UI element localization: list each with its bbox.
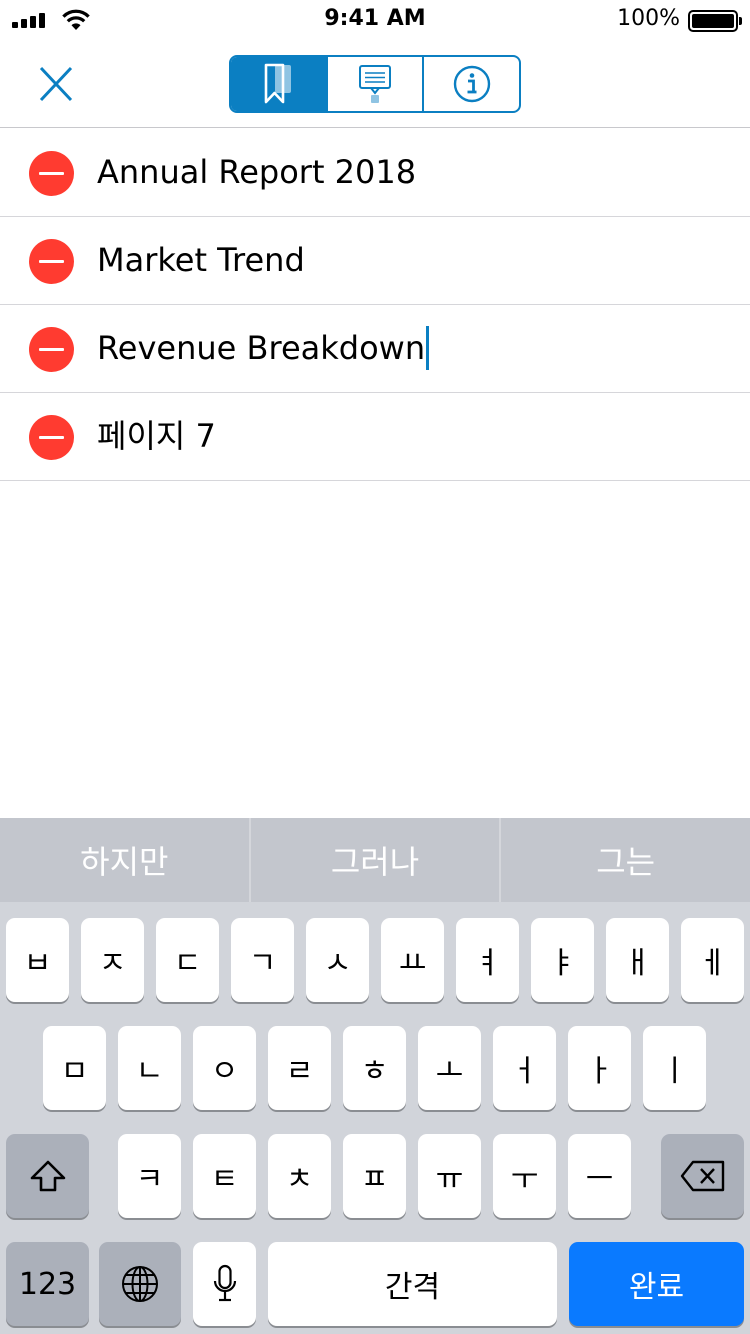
letter-key-label: ㅠ [435, 1162, 464, 1197]
letter-key-label: ㄷ [173, 946, 202, 981]
letter-key[interactable]: ㅡ [568, 1134, 631, 1218]
letter-key[interactable]: ㅋ [118, 1134, 181, 1218]
close-x-icon [39, 66, 73, 102]
done-key[interactable]: 완료 [569, 1242, 744, 1326]
battery-percent: 100% [617, 6, 680, 31]
suggestion[interactable]: 그러나 [248, 818, 500, 902]
tab-info[interactable] [422, 57, 519, 111]
suggestion[interactable]: 하지만 [0, 818, 249, 902]
letter-key-label: ㄱ [248, 946, 277, 981]
info-icon [453, 65, 490, 103]
list-item[interactable]: 페이지 7 [0, 393, 750, 481]
letter-key-label: ㅈ [98, 946, 127, 981]
letter-key-label: ㅕ [473, 946, 502, 981]
letter-key[interactable]: ㅍ [343, 1134, 406, 1218]
numbers-key[interactable]: 123 [6, 1242, 89, 1326]
battery-icon [688, 10, 742, 32]
letter-key[interactable]: ㅐ [606, 918, 669, 1002]
letter-key-label: ㅑ [548, 946, 577, 981]
letter-key[interactable]: ㄹ [268, 1026, 331, 1110]
letter-key-label: ㅐ [623, 946, 652, 981]
globe-icon [122, 1266, 158, 1302]
letter-key[interactable]: ㅑ [531, 918, 594, 1002]
list-item[interactable]: Revenue Breakdown [0, 305, 750, 393]
list-item[interactable]: Market Trend [0, 217, 750, 305]
letter-key[interactable]: ㅣ [643, 1026, 706, 1110]
letter-key[interactable]: ㅌ [193, 1134, 256, 1218]
microphone-key[interactable] [193, 1242, 256, 1326]
backspace-key[interactable] [661, 1134, 744, 1218]
letter-key-label: ㅎ [360, 1054, 389, 1089]
delete-minus-icon[interactable] [29, 239, 74, 284]
text-cursor [426, 326, 430, 370]
letter-key[interactable]: ㅛ [381, 918, 444, 1002]
letter-key[interactable]: ㅂ [6, 918, 69, 1002]
letter-key-label: ㅛ [398, 946, 427, 981]
letter-key[interactable]: ㅗ [418, 1026, 481, 1110]
space-key-label: 간격 [384, 1270, 441, 1305]
letter-key[interactable]: ㅈ [81, 918, 144, 1002]
letter-key[interactable]: ㅜ [493, 1134, 556, 1218]
letter-key[interactable]: ㅠ [418, 1134, 481, 1218]
letter-key-label: ㅜ [510, 1162, 539, 1197]
nav-bar [0, 40, 750, 128]
letter-key-label: ㅍ [360, 1162, 389, 1197]
letter-key-label: ㄹ [285, 1054, 314, 1089]
letter-key[interactable]: ㅎ [343, 1026, 406, 1110]
letter-key-label: ㅔ [698, 946, 727, 981]
letter-key-label: ㅁ [60, 1054, 89, 1089]
bookmark-list: Annual Report 2018 Market Trend Revenue … [0, 129, 750, 481]
letter-key-label: ㅅ [323, 946, 352, 981]
letter-key[interactable]: ㅔ [681, 918, 744, 1002]
shift-arrow-icon [30, 1160, 65, 1192]
letter-key-label: ㅂ [23, 946, 52, 981]
letter-key[interactable]: ㅕ [456, 918, 519, 1002]
letter-key[interactable]: ㄷ [156, 918, 219, 1002]
letter-key[interactable]: ㅓ [493, 1026, 556, 1110]
letter-key-label: ㅡ [585, 1162, 614, 1197]
space-key[interactable]: 간격 [268, 1242, 557, 1326]
letter-key[interactable]: ㅇ [193, 1026, 256, 1110]
microphone-icon [213, 1264, 236, 1302]
letter-key-label: ㅓ [510, 1054, 539, 1089]
letter-key-label: ㅇ [210, 1054, 239, 1089]
numbers-key-label: 123 [18, 1266, 77, 1302]
suggestion-bar: 하지만 그러나 그는 [0, 818, 750, 902]
comment-icon [359, 65, 391, 103]
letter-key-label: ㅋ [135, 1162, 164, 1197]
item-label: Market Trend [97, 241, 305, 279]
letter-key-label: ㅏ [585, 1054, 614, 1089]
letter-key-label: ㅊ [285, 1162, 314, 1197]
korean-keyboard: 하지만 그러나 그는 123 간격 완료 ㅂ ㅈ ㄷ ㄱ ㅅ ㅛ ㅕ ㅑ ㅐ ㅔ… [0, 818, 750, 1334]
status-bar: 9:41 AM 100% [0, 0, 750, 40]
tab-bookmarks[interactable] [231, 57, 326, 111]
letter-key[interactable]: ㄴ [118, 1026, 181, 1110]
list-item[interactable]: Annual Report 2018 [0, 129, 750, 217]
delete-minus-icon[interactable] [29, 151, 74, 196]
letter-key[interactable]: ㅁ [43, 1026, 106, 1110]
done-key-label: 완료 [628, 1270, 685, 1305]
close-button[interactable] [26, 56, 86, 112]
bookmark-icon [265, 63, 292, 104]
delete-minus-icon[interactable] [29, 415, 74, 460]
item-label-text: Revenue Breakdown [97, 329, 426, 367]
letter-key-label: ㅗ [435, 1054, 464, 1089]
backspace-icon [680, 1160, 724, 1192]
shift-key[interactable] [6, 1134, 89, 1218]
letter-key[interactable]: ㅅ [306, 918, 369, 1002]
letter-key[interactable]: ㄱ [231, 918, 294, 1002]
delete-minus-icon[interactable] [29, 327, 74, 372]
item-label: 페이지 7 [97, 417, 216, 455]
letter-key-label: ㄴ [135, 1054, 164, 1089]
item-label-input[interactable]: Revenue Breakdown [97, 305, 430, 393]
suggestion[interactable]: 그는 [499, 818, 750, 902]
globe-key[interactable] [99, 1242, 181, 1326]
letter-key[interactable]: ㅏ [568, 1026, 631, 1110]
letter-key[interactable]: ㅊ [268, 1134, 331, 1218]
tab-comments[interactable] [325, 57, 423, 111]
letter-key-label: ㅣ [660, 1054, 689, 1089]
view-segmented-control [229, 55, 521, 113]
item-label: Annual Report 2018 [97, 153, 417, 191]
letter-key-label: ㅌ [210, 1162, 239, 1197]
